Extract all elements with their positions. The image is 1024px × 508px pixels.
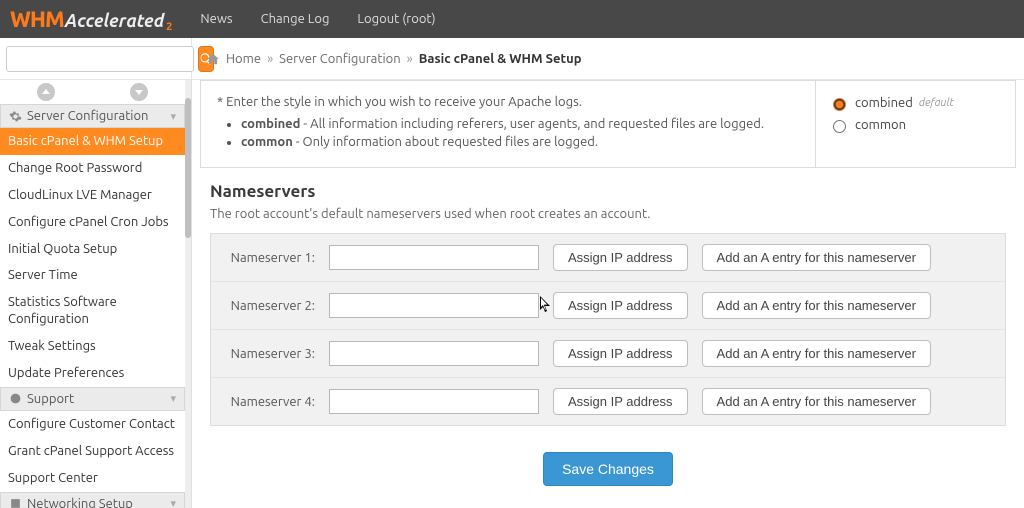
assign-ip-button[interactable]: Assign IP address	[553, 292, 688, 319]
apache-log-options: combined default common	[815, 81, 1015, 167]
chevron-down-icon: ▾	[170, 497, 176, 508]
sidebar-cat-support[interactable]: Support ▾	[0, 387, 185, 411]
logo-sub: Accelerated	[65, 11, 164, 31]
topbar: WHM Accelerated 2 News Change Log Logout…	[0, 0, 1024, 38]
nameserver-label: Nameserver 1:	[223, 251, 315, 265]
sidebar-cat-label: Support	[27, 392, 74, 406]
collapse-up-button[interactable]	[37, 83, 55, 101]
save-row: Save Changes	[192, 452, 1024, 486]
nameservers-table: Nameserver 1: Assign IP address Add an A…	[210, 233, 1006, 426]
search-wrap	[0, 38, 192, 79]
sidebar-cat-networking[interactable]: Networking Setup ▾	[0, 492, 185, 508]
nav-news[interactable]: News	[200, 12, 232, 26]
nav-changelog[interactable]: Change Log	[261, 12, 330, 26]
nameserver-2-input[interactable]	[329, 293, 539, 318]
sidebar-item-update[interactable]: Update Preferences	[0, 360, 185, 387]
crumb-sep: »	[267, 52, 273, 66]
save-changes-button[interactable]: Save Changes	[543, 452, 673, 486]
radio-combined[interactable]: combined default	[828, 95, 1003, 111]
add-a-entry-button[interactable]: Add an A entry for this nameserver	[702, 340, 931, 367]
sidebar: Server Configuration ▾ Basic cPanel & WH…	[0, 80, 192, 508]
main-content: * Enter the style in which you wish to r…	[192, 80, 1024, 508]
sidebar-item-customer-contact[interactable]: Configure Customer Contact	[0, 411, 185, 438]
gear-icon	[9, 110, 22, 123]
nameserver-label: Nameserver 3:	[223, 347, 315, 361]
crumb-server-config[interactable]: Server Configuration	[279, 52, 401, 66]
support-icon	[9, 392, 22, 405]
subbar: Home » Server Configuration » Basic cPan…	[0, 38, 1024, 80]
sidebar-item-quota[interactable]: Initial Quota Setup	[0, 236, 185, 263]
scrollbar-thumb[interactable]	[185, 98, 191, 238]
radio-common[interactable]: common	[828, 117, 1003, 133]
nameserver-4-input[interactable]	[329, 389, 539, 414]
assign-ip-button[interactable]: Assign IP address	[553, 340, 688, 367]
sidebar-cat-label: Networking Setup	[27, 497, 133, 508]
top-nav: News Change Log Logout (root)	[200, 12, 435, 26]
crumb-sep: »	[407, 52, 413, 66]
add-a-entry-button[interactable]: Add an A entry for this nameserver	[702, 292, 931, 319]
nameserver-label: Nameserver 4:	[223, 395, 315, 409]
assign-ip-button[interactable]: Assign IP address	[553, 244, 688, 271]
default-tag: default	[919, 97, 954, 109]
search-input[interactable]	[6, 46, 194, 72]
nameserver-row-1: Nameserver 1: Assign IP address Add an A…	[211, 234, 1005, 281]
nameserver-label: Nameserver 2:	[223, 299, 315, 313]
sidebar-item-stats[interactable]: Statistics Software Configuration	[0, 289, 185, 333]
nameservers-subtext: The root account's default nameservers u…	[210, 207, 1006, 221]
apache-log-description: * Enter the style in which you wish to r…	[201, 81, 815, 167]
radio-combined-input[interactable]	[833, 98, 846, 111]
nameserver-row-2: Nameserver 2: Assign IP address Add an A…	[211, 281, 1005, 329]
nameserver-3-input[interactable]	[329, 341, 539, 366]
add-a-entry-button[interactable]: Add an A entry for this nameserver	[702, 388, 931, 415]
logo-tag: 2	[166, 21, 172, 33]
sidebar-item-cron[interactable]: Configure cPanel Cron Jobs	[0, 209, 185, 236]
nameserver-1-input[interactable]	[329, 245, 539, 270]
crumb-home[interactable]: Home	[226, 52, 261, 66]
sidebar-cat-server-config[interactable]: Server Configuration ▾	[0, 104, 185, 128]
sidebar-item-grant-access[interactable]: Grant cPanel Support Access	[0, 438, 185, 465]
radio-common-input[interactable]	[833, 120, 846, 133]
add-a-entry-button[interactable]: Add an A entry for this nameserver	[702, 244, 931, 271]
apache-common-desc: common - Only information about requeste…	[241, 135, 799, 149]
crumb-current: Basic cPanel & WHM Setup	[419, 52, 582, 66]
sidebar-scrollbar[interactable]	[185, 80, 191, 508]
sidebar-item-support-center[interactable]: Support Center	[0, 465, 185, 492]
sidebar-item-cloudlinux[interactable]: CloudLinux LVE Manager	[0, 182, 185, 209]
nameserver-row-3: Nameserver 3: Assign IP address Add an A…	[211, 329, 1005, 377]
apache-log-panel: * Enter the style in which you wish to r…	[200, 80, 1016, 168]
apache-intro: * Enter the style in which you wish to r…	[217, 95, 799, 109]
assign-ip-button[interactable]: Assign IP address	[553, 388, 688, 415]
radio-combined-label: combined	[855, 96, 913, 110]
chevron-down-icon: ▾	[170, 110, 176, 123]
sidebar-item-tweak[interactable]: Tweak Settings	[0, 333, 185, 360]
logo-brand: WHM	[10, 7, 64, 32]
nav-logout[interactable]: Logout (root)	[357, 12, 435, 26]
breadcrumb: Home » Server Configuration » Basic cPan…	[192, 52, 582, 66]
sidebar-controls	[0, 80, 185, 104]
nameservers-heading: Nameservers	[210, 182, 1006, 201]
logo[interactable]: WHM Accelerated 2	[10, 7, 172, 32]
sidebar-cat-label: Server Configuration	[27, 109, 149, 123]
sidebar-item-change-root-password[interactable]: Change Root Password	[0, 155, 185, 182]
sidebar-item-server-time[interactable]: Server Time	[0, 262, 185, 289]
nameserver-row-4: Nameserver 4: Assign IP address Add an A…	[211, 377, 1005, 425]
collapse-down-button[interactable]	[130, 83, 148, 101]
home-icon	[206, 52, 220, 66]
network-icon	[9, 497, 22, 508]
apache-combined-desc: combined - All information including ref…	[241, 117, 799, 131]
chevron-down-icon: ▾	[170, 392, 176, 405]
sidebar-item-basic-setup[interactable]: Basic cPanel & WHM Setup	[0, 128, 185, 155]
radio-common-label: common	[855, 118, 906, 132]
